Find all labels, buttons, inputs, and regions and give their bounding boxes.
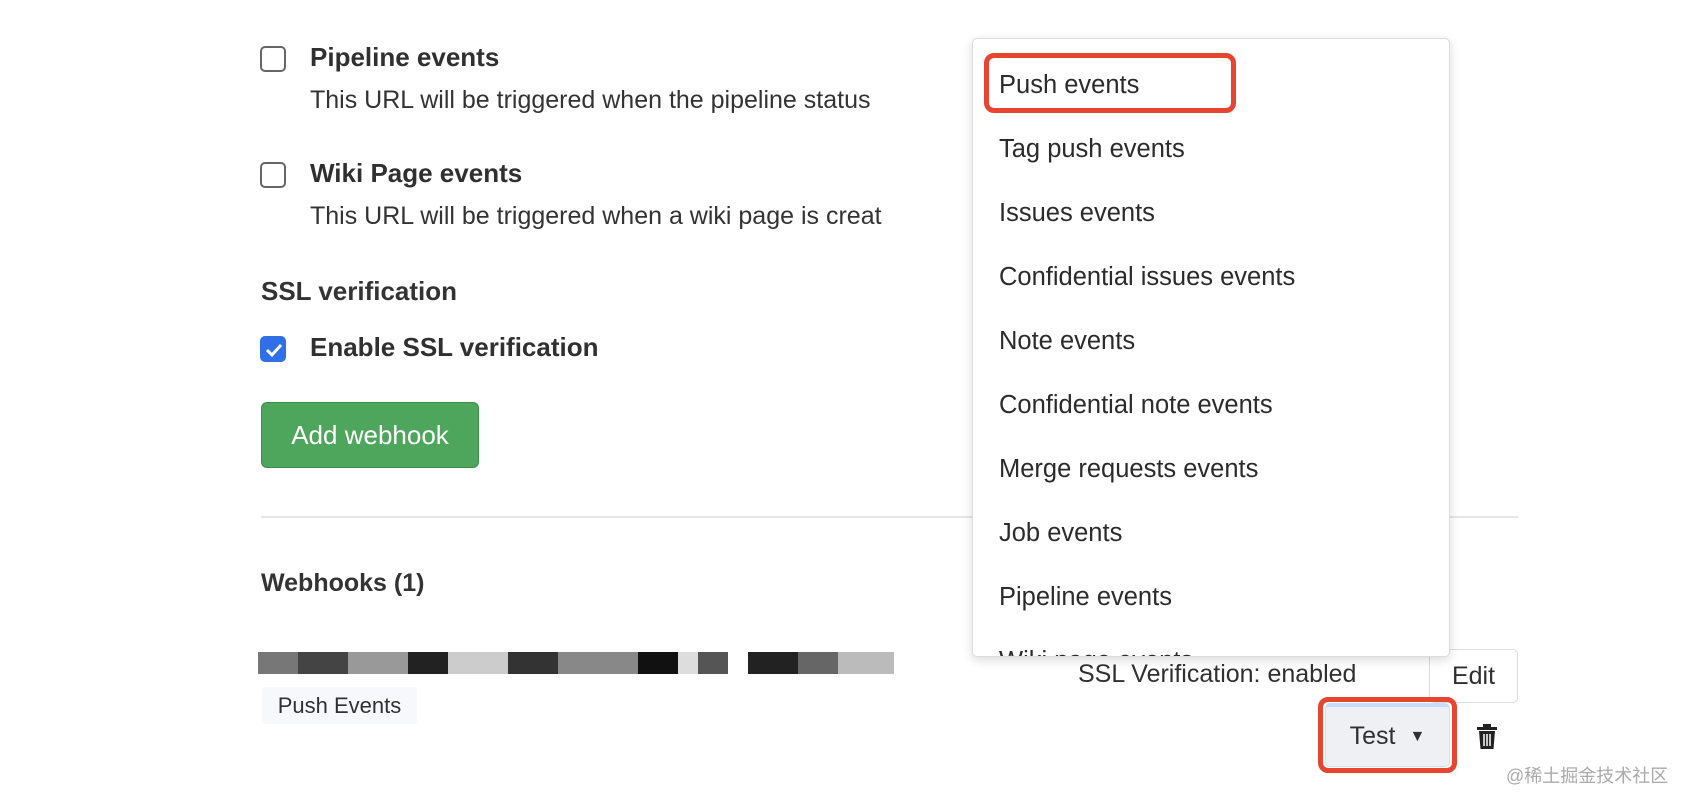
dropdown-item-issues-events[interactable]: Issues events	[999, 199, 1155, 228]
dropdown-item-wiki-page-events[interactable]: Wiki page events	[999, 647, 1193, 656]
add-webhook-button[interactable]: Add webhook	[261, 402, 479, 468]
pipeline-events-label: Pipeline events	[310, 42, 500, 72]
pipeline-events-checkbox[interactable]	[260, 46, 286, 72]
dropdown-item-merge-requests-events[interactable]: Merge requests events	[999, 455, 1258, 484]
ssl-verification-heading: SSL verification	[261, 276, 458, 306]
dropdown-item-pipeline-events[interactable]: Pipeline events	[999, 583, 1172, 612]
test-button-highlight	[1318, 697, 1457, 773]
pipeline-events-description: This URL will be triggered when the pipe…	[310, 86, 871, 114]
dropdown-item-confidential-note-events[interactable]: Confidential note events	[999, 391, 1273, 420]
wiki-page-events-checkbox[interactable]	[260, 162, 286, 188]
push-events-highlight	[984, 53, 1236, 113]
push-events-badge: Push Events	[262, 687, 417, 724]
dropdown-item-tag-push-events[interactable]: Tag push events	[999, 135, 1185, 164]
enable-ssl-checkbox[interactable]	[260, 336, 286, 362]
wiki-page-events-description: This URL will be triggered when a wiki p…	[310, 202, 882, 230]
dropdown-item-confidential-issues-events[interactable]: Confidential issues events	[999, 263, 1295, 292]
test-dropdown-menu: Push events Tag push events Issues event…	[972, 38, 1450, 657]
dropdown-item-note-events[interactable]: Note events	[999, 327, 1135, 356]
enable-ssl-label: Enable SSL verification	[310, 332, 599, 362]
watermark: @稀土掘金技术社区	[1506, 766, 1669, 786]
wiki-page-events-label: Wiki Page events	[310, 158, 523, 188]
checkmark-icon	[265, 343, 283, 358]
webhook-url-redacted[interactable]	[258, 652, 894, 676]
ssl-verification-status: SSL Verification: enabled	[1078, 660, 1357, 688]
edit-button[interactable]: Edit	[1429, 649, 1518, 703]
dropdown-item-job-events[interactable]: Job events	[999, 519, 1122, 548]
trash-icon[interactable]	[1476, 724, 1498, 750]
webhooks-heading: Webhooks (1)	[261, 569, 425, 597]
